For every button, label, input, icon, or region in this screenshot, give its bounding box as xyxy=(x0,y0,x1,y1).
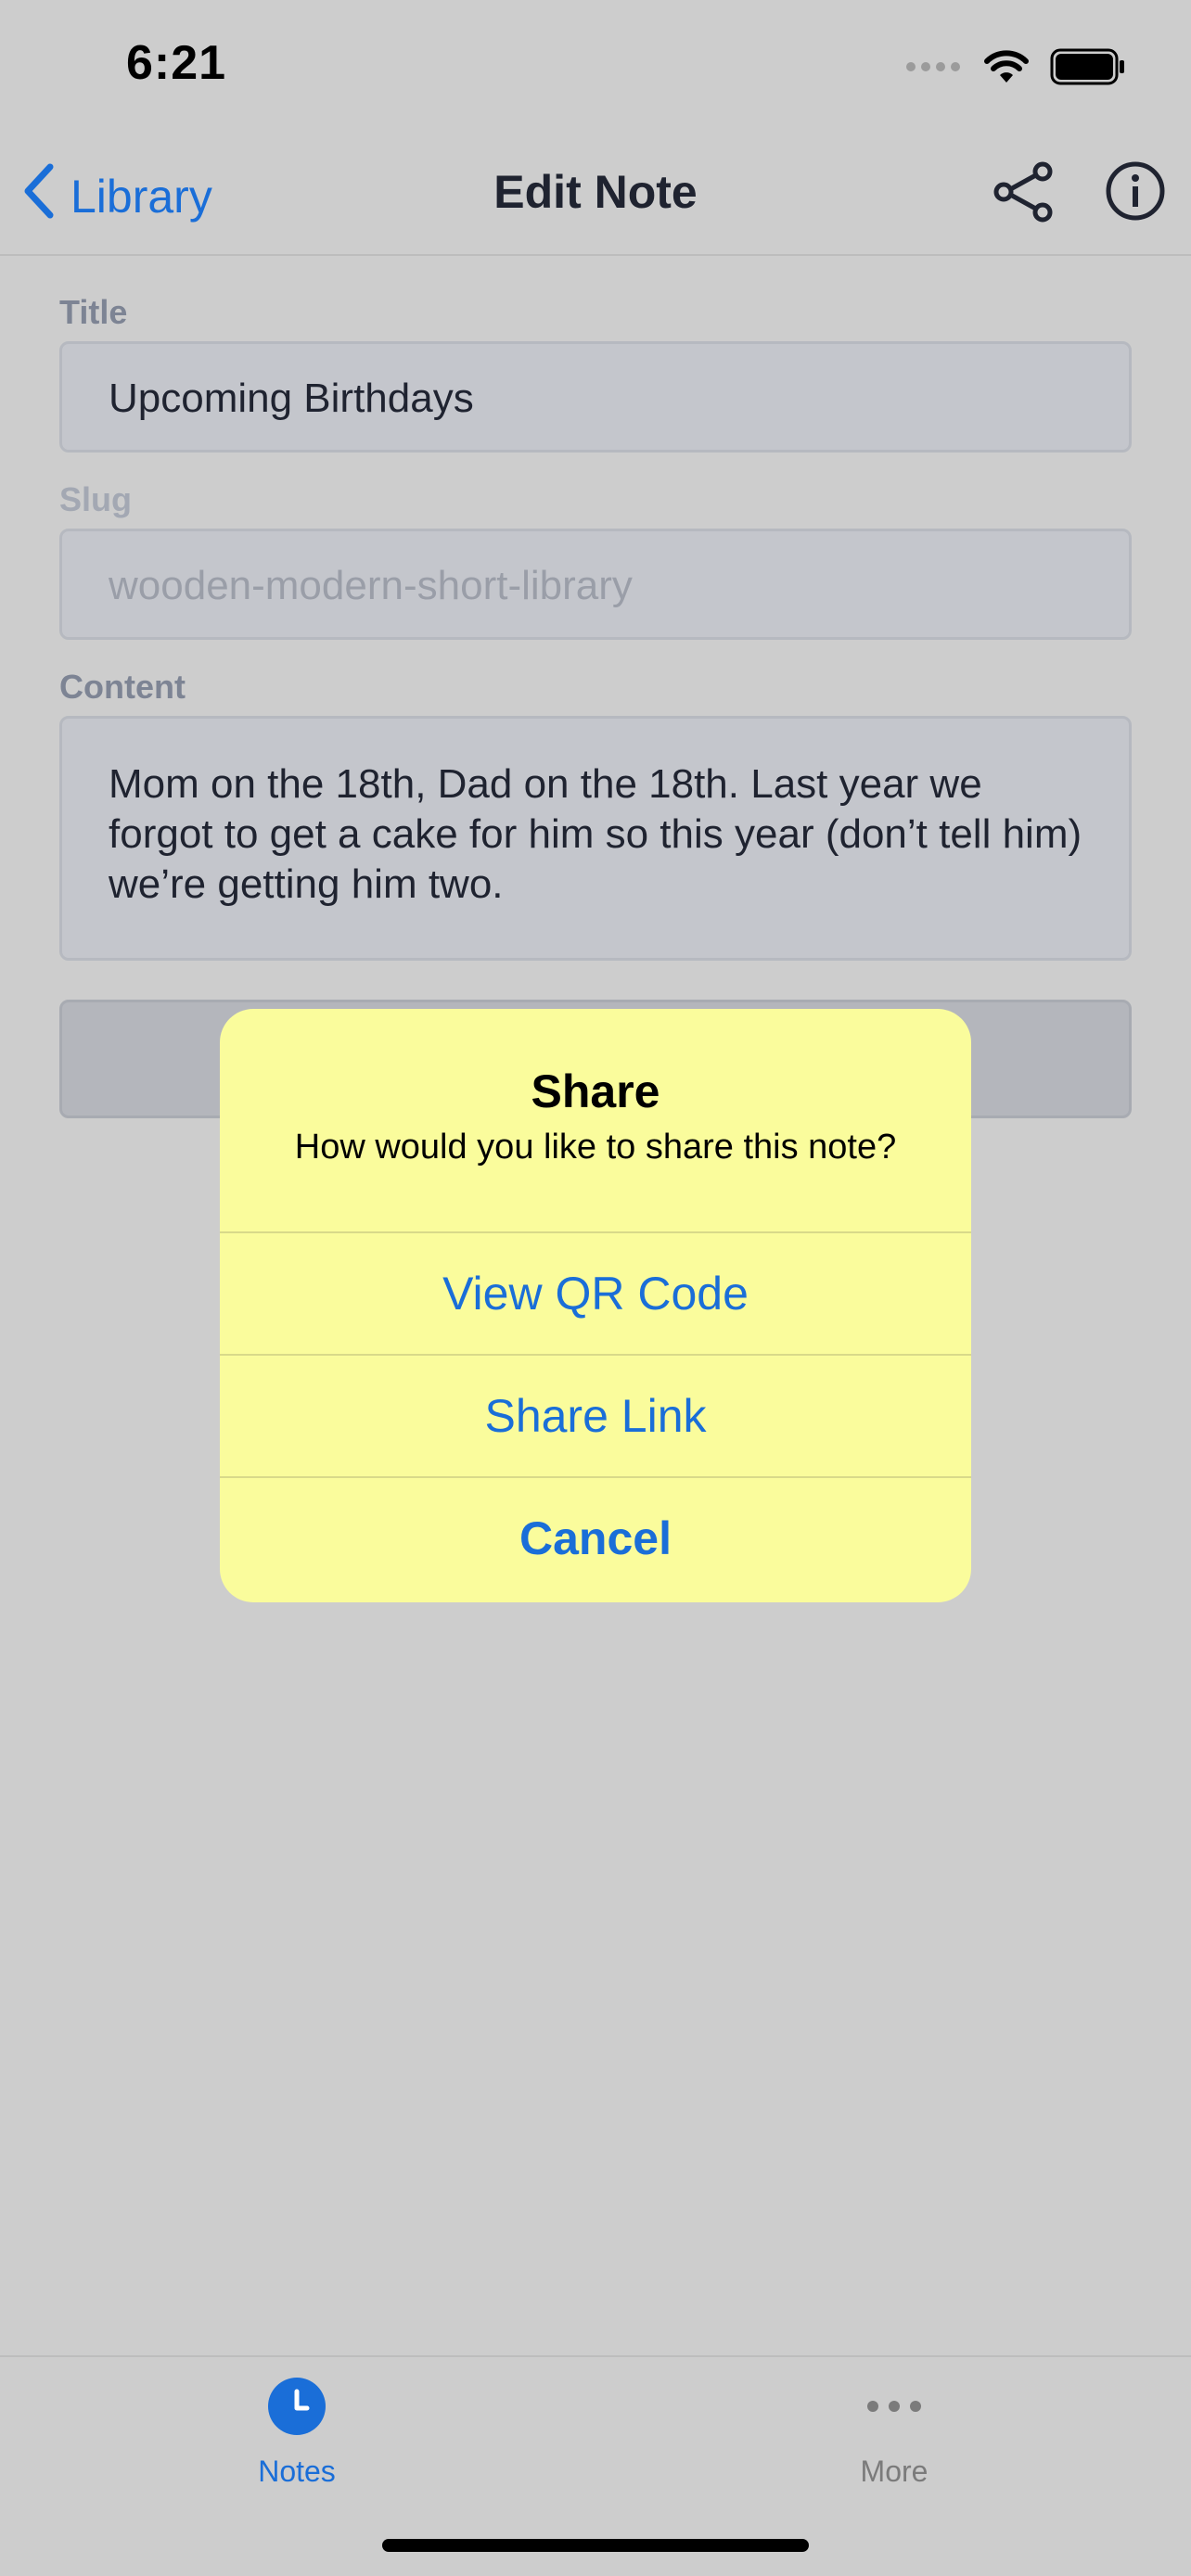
slug-field[interactable]: wooden-modern-short-library xyxy=(59,529,1132,640)
slug-label: Slug xyxy=(59,480,132,518)
alert-title: Share xyxy=(531,1065,660,1117)
share-icon[interactable] xyxy=(991,159,1056,224)
content-value: Mom on the 18th, Dad on the 18th. Last y… xyxy=(109,761,1082,907)
content-field[interactable]: Mom on the 18th, Dad on the 18th. Last y… xyxy=(59,716,1132,961)
status-icons xyxy=(905,48,1126,90)
info-icon[interactable] xyxy=(1104,159,1167,223)
battery-icon xyxy=(1050,48,1126,90)
tab-more-label: More xyxy=(860,2455,928,2488)
share-alert: Share How would you like to share this n… xyxy=(220,1009,971,1602)
back-button-label: Library xyxy=(70,171,212,223)
chevron-left-icon xyxy=(20,161,58,232)
status-time: 6:21 xyxy=(126,36,227,90)
tab-notes-label: Notes xyxy=(258,2455,336,2488)
alert-message: How would you like to share this note? xyxy=(294,1128,897,1167)
tab-notes[interactable]: Notes xyxy=(186,2376,408,2489)
view-qr-code-button[interactable]: View QR Code xyxy=(220,1231,971,1354)
signal-icon xyxy=(905,60,963,78)
share-link-button[interactable]: Share Link xyxy=(220,1354,971,1476)
clock-icon xyxy=(266,2378,327,2441)
slug-placeholder: wooden-modern-short-library xyxy=(109,563,633,608)
wifi-icon xyxy=(983,49,1030,89)
content-label: Content xyxy=(59,668,186,706)
home-indicator[interactable] xyxy=(382,2539,809,2552)
title-field[interactable]: Upcoming Birthdays xyxy=(59,341,1132,453)
ellipsis-icon xyxy=(864,2401,925,2441)
screen: 6:21 Library Edit Note Title Upcoming Bi… xyxy=(0,0,1191,2576)
back-button[interactable]: Library xyxy=(20,161,212,232)
navigation-bar: Library Edit Note xyxy=(0,139,1191,256)
tab-more[interactable]: More xyxy=(783,2376,1005,2489)
cancel-button[interactable]: Cancel xyxy=(220,1476,971,1599)
title-label: Title xyxy=(59,293,128,331)
title-value: Upcoming Birthdays xyxy=(109,376,474,421)
